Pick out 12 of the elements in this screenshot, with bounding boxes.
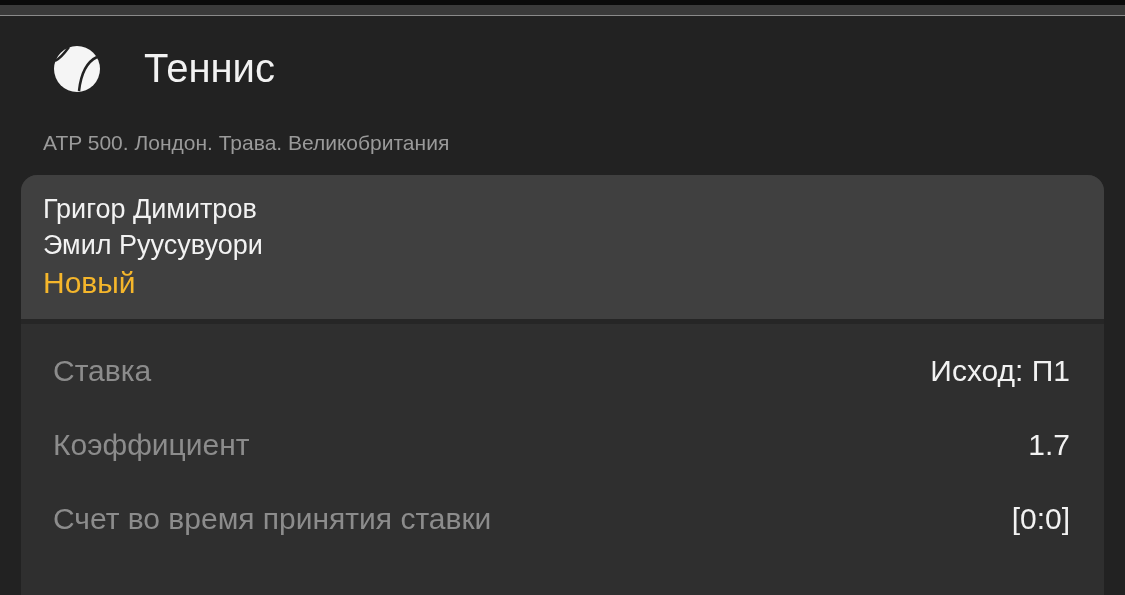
detail-label: Коэффициент [53, 428, 250, 462]
tennis-ball-icon [52, 43, 102, 94]
detail-label: Ставка [53, 354, 152, 388]
detail-value: [0:0] [1011, 502, 1070, 536]
tournament-name: ATP 500. Лондон. Трава. Великобритания [42, 131, 451, 155]
detail-value: Исход: П1 [930, 354, 1070, 388]
player-name: Эмил Руусувуори [43, 229, 264, 262]
player-name: Григор Димитров [43, 193, 258, 226]
sport-title: Теннис [144, 46, 275, 91]
detail-value: 1.7 [1028, 428, 1070, 462]
bet-status: Новый [43, 265, 137, 301]
detail-label: Счет во время принятия ставки [53, 502, 492, 536]
